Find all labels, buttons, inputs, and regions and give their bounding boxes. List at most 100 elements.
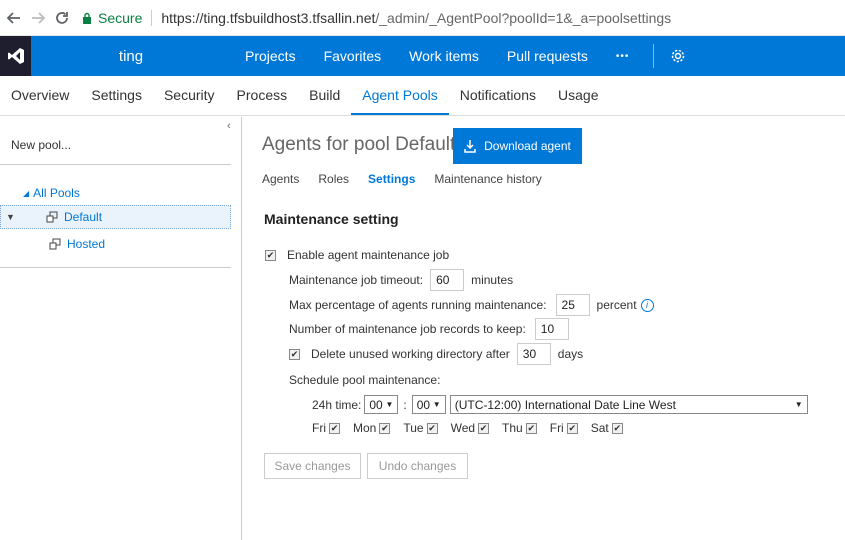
delete-directory-checkbox[interactable]: ✔ — [289, 348, 300, 360]
pool-subtabs: Agents Roles Settings Maintenance histor… — [262, 172, 561, 186]
nav-pull-requests[interactable]: Pull requests — [493, 48, 602, 64]
new-pool-link[interactable]: New pool... — [11, 138, 71, 152]
section-title: Maintenance setting — [264, 211, 399, 227]
time-label: 24h time: — [312, 397, 362, 412]
address-bar[interactable]: Secure https://ting.tfsbuildhost3.tfsall… — [82, 9, 671, 26]
info-icon[interactable]: i — [640, 298, 654, 312]
subtab-roles[interactable]: Roles — [318, 172, 349, 186]
tab-overview[interactable]: Overview — [0, 75, 80, 115]
admin-tabs: Overview Settings Security Process Build… — [0, 76, 845, 116]
gear-icon[interactable] — [664, 48, 692, 64]
enable-maintenance-checkbox[interactable]: ✔ — [265, 249, 276, 261]
day-label: Fri — [549, 421, 564, 435]
timezone-value: (UTC-12:00) International Date Line West — [454, 397, 676, 412]
nav-favorites[interactable]: Favorites — [310, 48, 396, 64]
day-label: Mon — [353, 421, 377, 435]
max-percentage-label: Max percentage of agents running mainten… — [289, 298, 547, 312]
nav-projects[interactable]: Projects — [231, 48, 310, 64]
panel-divider — [0, 164, 231, 165]
back-icon[interactable] — [2, 6, 26, 30]
tab-build[interactable]: Build — [298, 75, 351, 115]
pool-item-default[interactable]: ▼ Default — [0, 205, 231, 229]
subtab-maintenance-history[interactable]: Maintenance history — [434, 172, 541, 186]
nav-more-icon[interactable]: ••• — [602, 51, 644, 62]
tab-usage[interactable]: Usage — [547, 75, 609, 115]
records-input[interactable]: 10 — [534, 318, 569, 340]
day-label: Thu — [502, 421, 523, 435]
secure-label: Secure — [98, 9, 143, 26]
all-pools-label: All Pools — [33, 186, 80, 200]
minute-value: 00 — [416, 397, 431, 412]
project-name[interactable]: ting — [31, 48, 231, 65]
days-row: Fri ✔ Mon ✔ Tue ✔ Wed ✔ Thu ✔ Fri ✔ Sat ✔ — [312, 421, 636, 435]
reload-icon[interactable] — [50, 6, 74, 30]
max-percentage-input[interactable]: 25 — [555, 294, 590, 316]
tab-notifications[interactable]: Notifications — [449, 75, 547, 115]
day-checkbox[interactable]: ✔ — [566, 422, 578, 434]
undo-changes-button[interactable]: Undo changes — [367, 453, 468, 479]
day-fri-2[interactable]: Fri ✔ — [550, 421, 578, 435]
delete-days-unit: days — [557, 347, 584, 361]
schedule-label: Schedule pool maintenance: — [289, 373, 441, 387]
collapse-panel-icon[interactable]: ‹ — [227, 120, 231, 132]
subtab-agents[interactable]: Agents — [262, 172, 299, 186]
day-label: Sat — [590, 421, 609, 435]
records-label: Number of maintenance job records to kee… — [289, 322, 526, 336]
day-sat[interactable]: Sat ✔ — [591, 421, 623, 435]
secure-indicator: Secure — [82, 10, 142, 26]
day-mon[interactable]: Mon ✔ — [353, 421, 391, 435]
row-expand-icon[interactable]: ▼ — [6, 212, 46, 222]
delete-directory-label: Delete unused working directory after — [311, 347, 510, 361]
lock-icon — [83, 12, 91, 24]
url-path: /_admin/_AgentPool?poolId=1&_a=poolsetti… — [375, 9, 672, 26]
download-label: Download agent — [484, 139, 571, 153]
pool-item-hosted[interactable]: Hosted — [0, 232, 231, 256]
schedule-label-row: Schedule pool maintenance: — [289, 373, 440, 387]
download-icon — [464, 140, 476, 153]
day-checkbox[interactable]: ✔ — [611, 422, 623, 434]
timezone-select[interactable]: (UTC-12:00) International Date Line West… — [449, 395, 808, 414]
day-thu[interactable]: Thu ✔ — [502, 421, 537, 435]
enable-maintenance-label: Enable agent maintenance job — [287, 248, 450, 262]
browser-toolbar: Secure https://ting.tfsbuildhost3.tfsall… — [0, 0, 845, 36]
pool-label: Hosted — [67, 237, 106, 251]
top-nav: ting Projects Favorites Work items Pull … — [0, 36, 845, 76]
tab-security[interactable]: Security — [153, 75, 226, 115]
forward-icon[interactable] — [26, 6, 50, 30]
page-title: Agents for pool Default — [262, 134, 456, 155]
hour-select[interactable]: 00 ▼ — [364, 395, 399, 414]
day-checkbox[interactable]: ✔ — [478, 422, 490, 434]
day-checkbox[interactable]: ✔ — [426, 422, 438, 434]
day-label: Fri — [312, 421, 326, 435]
pools-panel: ‹ New pool... ◢ All Pools ▼ Default Host… — [0, 117, 242, 540]
max-percentage-row: Max percentage of agents running mainten… — [289, 294, 654, 316]
day-tue[interactable]: Tue ✔ — [403, 421, 438, 435]
tab-settings[interactable]: Settings — [80, 75, 153, 115]
download-agent-button[interactable]: Download agent — [453, 128, 582, 164]
day-fri[interactable]: Fri ✔ — [312, 421, 340, 435]
all-pools-node[interactable]: ◢ All Pools — [23, 186, 80, 200]
timeout-input[interactable]: 60 — [430, 269, 465, 291]
day-wed[interactable]: Wed ✔ — [450, 421, 490, 435]
visual-studio-logo-icon[interactable] — [0, 36, 31, 76]
tab-agent-pools[interactable]: Agent Pools — [351, 75, 449, 115]
nav-work-items[interactable]: Work items — [395, 48, 493, 64]
day-checkbox[interactable]: ✔ — [525, 422, 537, 434]
pool-icon — [49, 238, 61, 250]
minute-select[interactable]: 00 ▼ — [411, 395, 446, 414]
subtab-settings[interactable]: Settings — [368, 172, 415, 186]
pool-settings-content: Agents for pool Default Download agent A… — [243, 117, 845, 540]
max-percentage-unit: percent — [596, 298, 637, 312]
delete-directory-row: ✔ Delete unused working directory after … — [289, 343, 583, 365]
records-row: Number of maintenance job records to kee… — [289, 318, 569, 340]
save-changes-button[interactable]: Save changes — [264, 453, 361, 479]
day-label: Tue — [403, 421, 424, 435]
day-checkbox[interactable]: ✔ — [329, 422, 340, 434]
day-checkbox[interactable]: ✔ — [379, 422, 391, 434]
hour-value: 00 — [369, 397, 383, 412]
timeout-row: Maintenance job timeout: 60 minutes — [289, 269, 513, 291]
delete-days-input[interactable]: 30 — [516, 343, 551, 365]
day-label: Wed — [450, 421, 476, 435]
url-text: https://ting.tfsbuildhost3.tfsallin.net/… — [161, 10, 671, 26]
tab-process[interactable]: Process — [226, 75, 299, 115]
